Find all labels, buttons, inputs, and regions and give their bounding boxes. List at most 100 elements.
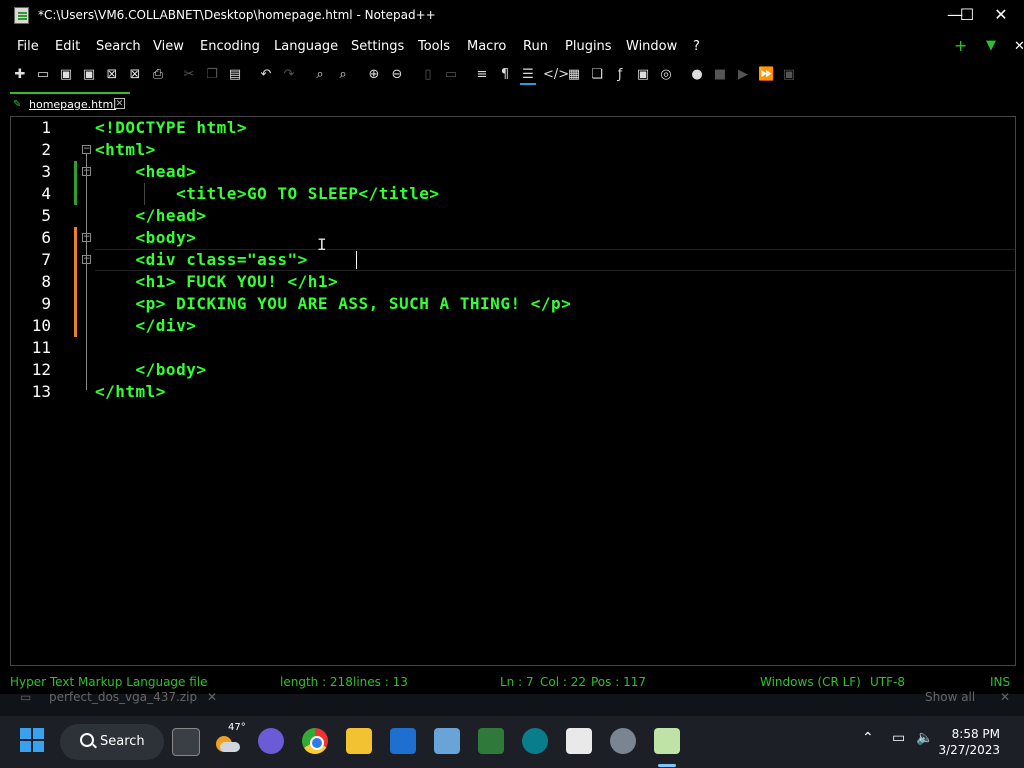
tab-bar: ✎ homepage.html ✕ (0, 92, 1024, 114)
menu-run[interactable]: Run (523, 39, 548, 54)
taskbar-search[interactable]: Search (60, 724, 164, 760)
app-icon[interactable] (390, 728, 416, 754)
fold-toggle-icon[interactable]: − (82, 145, 91, 154)
system-clock[interactable]: 8:58 PM 3/27/2023 (930, 726, 1000, 758)
plus-icon[interactable]: + (954, 36, 967, 55)
function-list-icon[interactable]: ƒ (612, 67, 628, 83)
code-line[interactable]: </head> (95, 205, 206, 227)
redo-icon[interactable]: ↷ (281, 67, 297, 83)
code-line[interactable]: <head> (95, 161, 196, 183)
show-all-characters-icon[interactable]: ¶ (497, 67, 513, 83)
print-icon[interactable]: ⎙ (150, 67, 166, 83)
file-explorer-icon[interactable] (346, 728, 372, 754)
word-wrap-icon[interactable]: ≡ (474, 67, 490, 83)
copy-icon[interactable]: ❐ (204, 67, 220, 83)
new-file-icon[interactable]: ✚ (12, 67, 28, 83)
settings-gear-icon[interactable] (610, 728, 636, 754)
notepad-plus-plus-icon[interactable] (654, 728, 680, 754)
play-macro-icon[interactable]: ▶ (735, 67, 751, 83)
code-line[interactable]: </html> (95, 381, 166, 403)
menu-window[interactable]: Window (626, 39, 677, 54)
menu-view[interactable]: View (153, 39, 184, 54)
record-macro-icon[interactable]: ● (689, 67, 705, 83)
sync-vertical-icon[interactable]: ▯ (420, 67, 436, 83)
code-line[interactable]: </div> (95, 315, 196, 337)
menu-macro[interactable]: Macro (467, 39, 506, 54)
fold-toggle-icon[interactable]: − (82, 233, 91, 242)
replace-icon[interactable]: ⌕ (335, 67, 351, 83)
zoom-in-icon[interactable]: ⊕ (366, 67, 382, 83)
status-insert-mode[interactable]: INS (990, 675, 1010, 689)
menu-help[interactable]: ? (693, 39, 700, 54)
code-line[interactable]: <title>GO TO SLEEP</title> (95, 183, 440, 205)
code-area[interactable]: <!DOCTYPE html> <html> <head> <title>GO … (95, 117, 1015, 665)
menu-tools[interactable]: Tools (418, 39, 450, 54)
code-line[interactable]: <p> DICKING YOU ARE ASS, SUCH A THING! <… (95, 293, 571, 315)
undo-icon[interactable]: ↶ (258, 67, 274, 83)
weather-widget-icon[interactable]: 47° (214, 722, 246, 754)
folder-workspace-icon[interactable]: ▣ (635, 67, 651, 83)
tab-close-icon[interactable]: ✕ (114, 98, 125, 109)
menu-edit[interactable]: Edit (55, 39, 80, 54)
download-file-icon: ▭ (20, 690, 32, 704)
microsoft-store-icon[interactable] (566, 728, 592, 754)
save-macro-icon[interactable]: ▣ (781, 67, 797, 83)
close-all-icon[interactable]: ⊠ (127, 67, 143, 83)
show-hidden-icons-chevron-icon[interactable]: ⌃ (862, 730, 874, 746)
line-number: 2 (41, 140, 51, 159)
menu-plugins[interactable]: Plugins (565, 39, 612, 54)
indent-guide-icon[interactable]: ☰ (520, 67, 536, 85)
line-number: 10 (31, 316, 51, 335)
language-xml-icon[interactable]: </> (543, 67, 569, 83)
save-icon[interactable]: ▣ (58, 67, 74, 83)
run-macro-multiple-icon[interactable]: ⏩ (758, 67, 774, 83)
code-line[interactable]: <div class="ass"> (95, 249, 308, 271)
close-document-icon[interactable]: ✕ (1014, 39, 1024, 54)
monitoring-icon[interactable]: ◎ (658, 67, 674, 83)
download-bar-close-icon[interactable]: ✕ (1000, 690, 1010, 704)
menu-search[interactable]: Search (96, 39, 141, 54)
menu-settings[interactable]: Settings (351, 39, 404, 54)
dropdown-arrow-icon[interactable]: ▼ (986, 38, 996, 53)
photos-app-icon[interactable] (434, 728, 460, 754)
download-close-icon[interactable]: ✕ (207, 690, 217, 704)
app-icon[interactable] (522, 728, 548, 754)
teams-chat-icon[interactable] (258, 728, 284, 754)
open-file-icon[interactable]: ▭ (35, 67, 51, 83)
network-icon[interactable]: ▭ (892, 730, 905, 746)
app-icon[interactable] (478, 728, 504, 754)
code-line[interactable]: <!DOCTYPE html> (95, 117, 247, 139)
line-number: 13 (31, 382, 51, 401)
fold-toggle-icon[interactable]: − (82, 167, 91, 176)
sync-horizontal-icon[interactable]: ▭ (443, 67, 459, 83)
close-file-icon[interactable]: ⊠ (104, 67, 120, 83)
status-lines: lines : 13 (353, 675, 408, 689)
find-icon[interactable]: ⌕ (312, 67, 328, 83)
tab-homepage[interactable]: ✎ homepage.html ✕ (10, 92, 130, 114)
menu-language[interactable]: Language (274, 39, 338, 54)
document-map-icon[interactable]: ▦ (566, 67, 582, 83)
code-line[interactable]: <body> (95, 227, 196, 249)
code-line[interactable]: </body> (95, 359, 206, 381)
code-editor[interactable]: 1 2 3 4 5 6 7 8 9 10 11 12 13 − − − − <!… (10, 116, 1016, 666)
stop-macro-icon[interactable]: ■ (712, 67, 728, 83)
document-list-icon[interactable]: ❏ (589, 67, 605, 83)
menu-encoding[interactable]: Encoding (200, 39, 260, 54)
code-line[interactable]: <h1> FUCK YOU! </h1> (95, 271, 338, 293)
chrome-icon[interactable] (302, 728, 328, 754)
paste-icon[interactable]: ▤ (227, 67, 243, 83)
code-line[interactable]: <html> (95, 139, 156, 161)
task-view-icon[interactable] (172, 728, 200, 756)
windows-start-icon[interactable] (20, 728, 46, 754)
cut-icon[interactable]: ✂ (181, 67, 197, 83)
status-encoding[interactable]: UTF-8 (870, 675, 905, 689)
download-show-all[interactable]: Show all (925, 690, 975, 704)
zoom-out-icon[interactable]: ⊖ (389, 67, 405, 83)
download-file-name[interactable]: perfect_dos_vga_437.zip (49, 690, 197, 704)
close-button[interactable]: ✕ (978, 0, 1024, 32)
save-all-icon[interactable]: ▣ (81, 67, 97, 83)
fold-toggle-icon[interactable]: − (82, 255, 91, 264)
text-caret (356, 251, 357, 269)
menu-file[interactable]: File (17, 39, 39, 54)
status-eol[interactable]: Windows (CR LF) (760, 675, 861, 689)
